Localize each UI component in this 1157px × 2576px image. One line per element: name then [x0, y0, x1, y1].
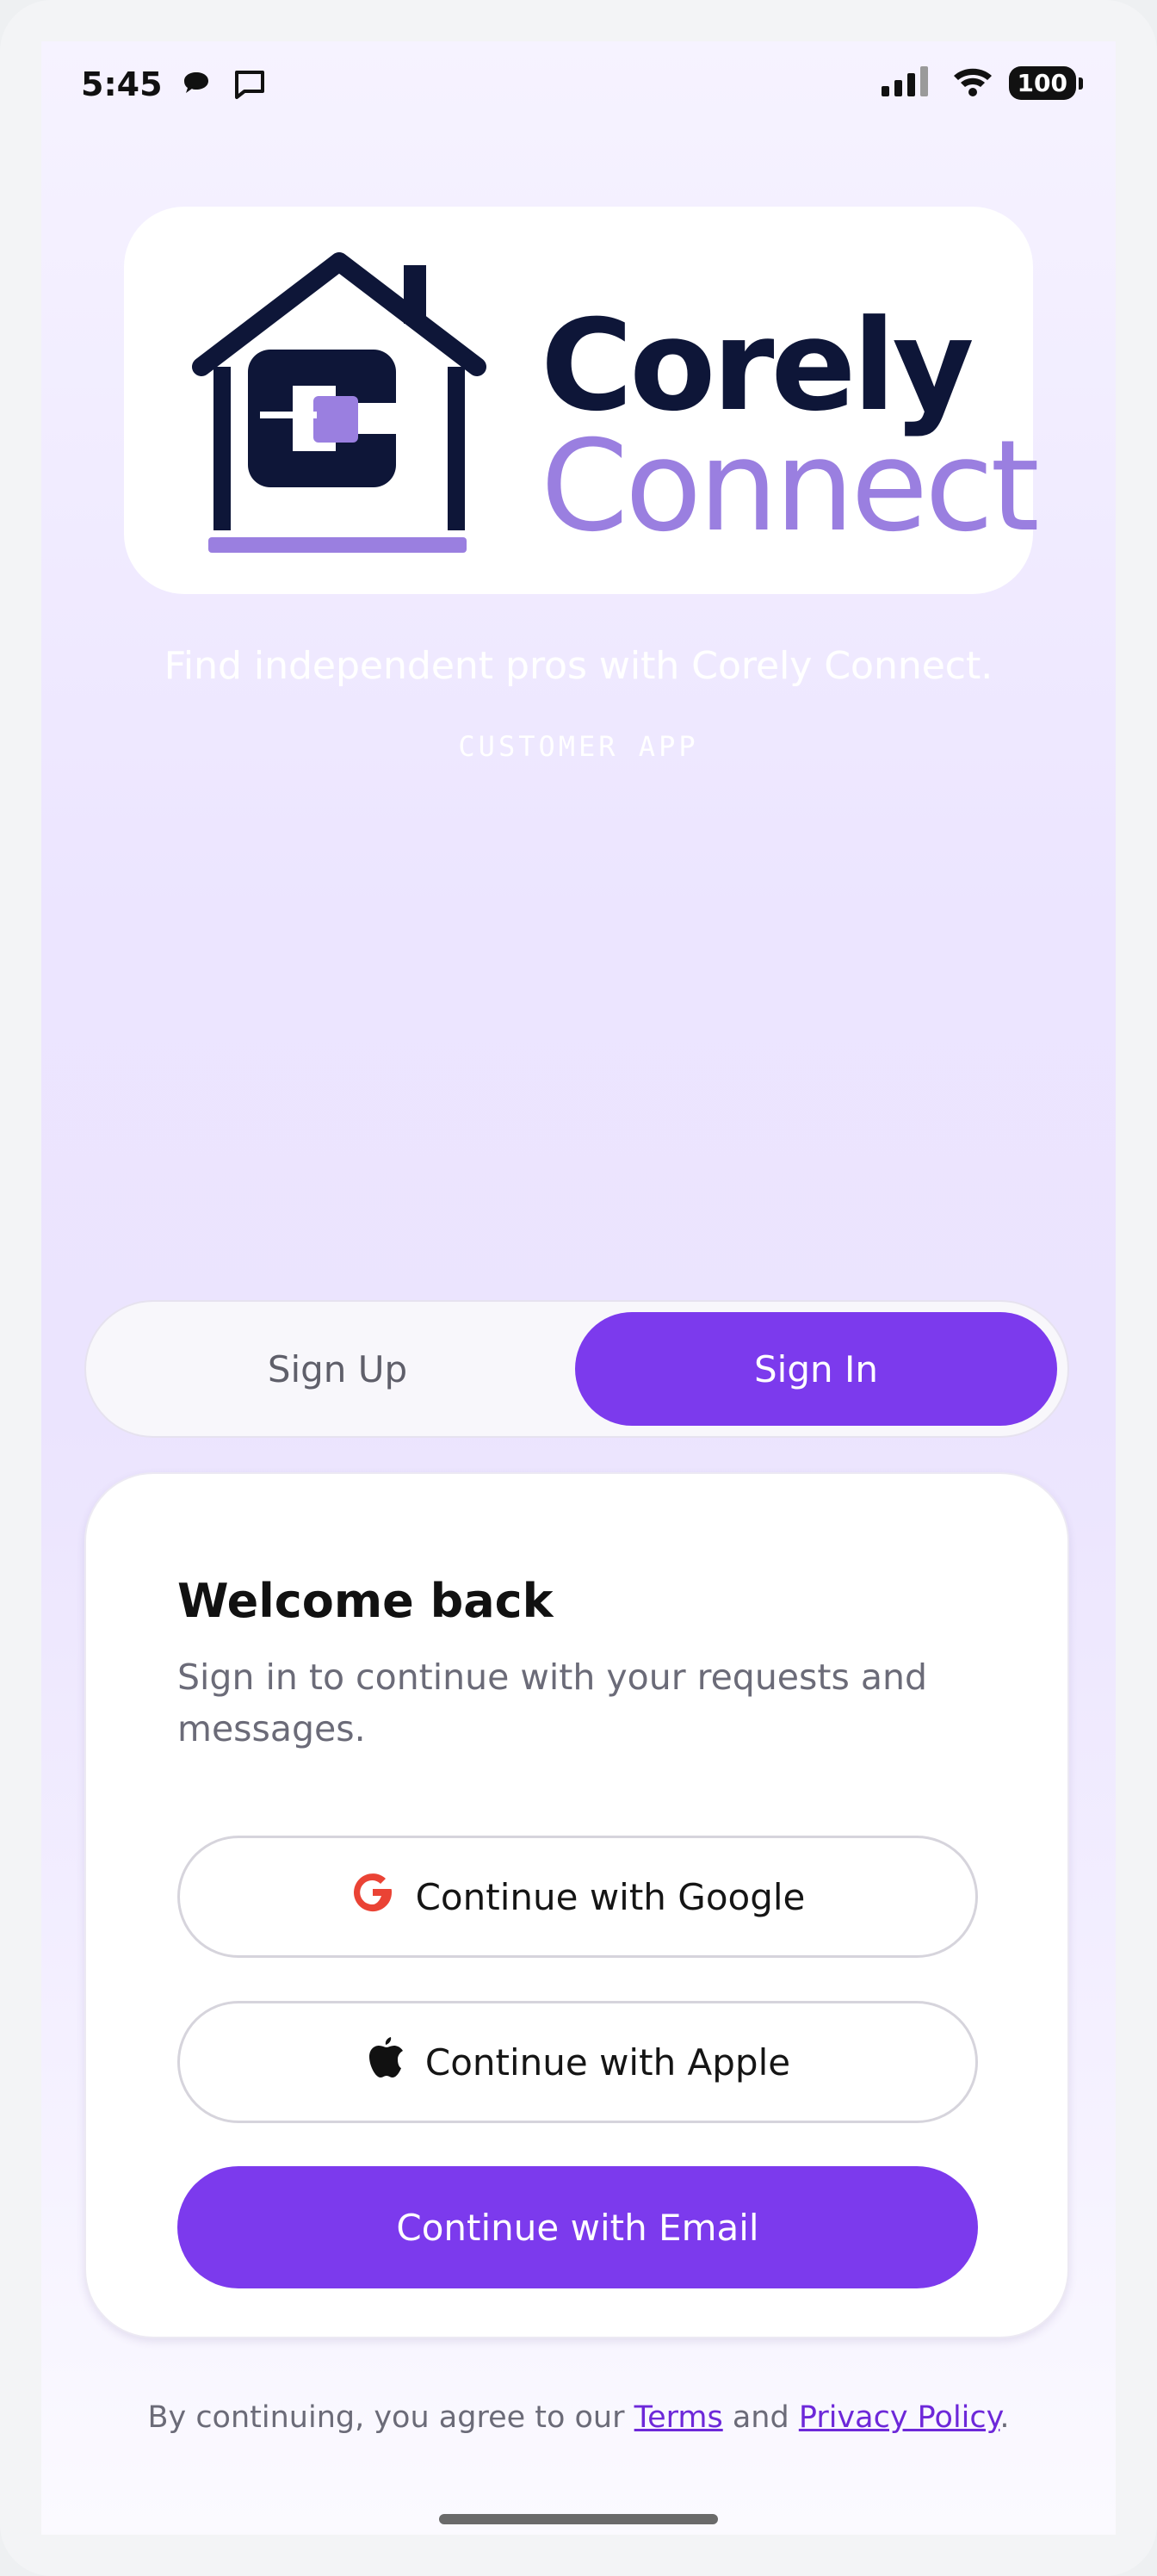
card-subtitle: Sign in to continue with your requests a… [177, 1656, 927, 1749]
battery-icon: 100 [1008, 65, 1084, 100]
auth-mode-toggle: Sign Up Sign In [84, 1300, 1069, 1438]
continue-google-button[interactable]: Continue with Google [177, 1836, 978, 1958]
tab-sign-up[interactable]: Sign Up [96, 1312, 578, 1426]
status-left-icons [179, 67, 267, 105]
google-button-label: Continue with Google [415, 1875, 806, 1918]
apple-button-label: Continue with Apple [424, 2040, 791, 2084]
wifi-icon [952, 65, 993, 100]
chat-bubble-icon [179, 67, 213, 105]
device-frame: 5:45 100 Corely Connect Find independent… [0, 0, 1157, 2576]
app-label: CUSTOMER APP [458, 730, 699, 763]
legal-notice: By continuing, you agree to our Terms an… [41, 2400, 1116, 2435]
terms-link[interactable]: Terms [634, 2400, 723, 2435]
google-icon [350, 1870, 395, 1923]
legal-prefix: By continuing, you agree to our [147, 2400, 634, 2435]
app-screen: 5:45 100 Corely Connect Find independent… [41, 41, 1116, 2535]
home-indicator[interactable] [439, 2514, 718, 2524]
message-icon [232, 67, 267, 105]
hero-tagline: Find independent pros with Corely Connec… [164, 644, 993, 688]
card-title: Welcome back [177, 1574, 554, 1628]
tab-sign-in[interactable]: Sign In [575, 1312, 1057, 1426]
logo-word-connect: Connect [541, 413, 1040, 560]
continue-email-button[interactable]: Continue with Email [177, 2166, 978, 2288]
apple-icon [365, 2034, 405, 2090]
sign-in-card: Welcome back Sign in to continue with yo… [84, 1472, 1069, 2338]
logo-word-corely: Corely [541, 293, 974, 439]
status-time: 5:45 [81, 65, 163, 103]
logo-card: Corely Connect [124, 207, 1040, 594]
privacy-policy-link[interactable]: Privacy Policy [799, 2400, 1000, 2435]
signal-icon [880, 65, 937, 100]
email-button-label: Continue with Email [396, 2206, 759, 2249]
legal-suffix: . [999, 2400, 1010, 2435]
legal-and: and [722, 2400, 799, 2435]
status-right-icons: 100 [880, 65, 1084, 100]
continue-apple-button[interactable]: Continue with Apple [177, 2001, 978, 2123]
